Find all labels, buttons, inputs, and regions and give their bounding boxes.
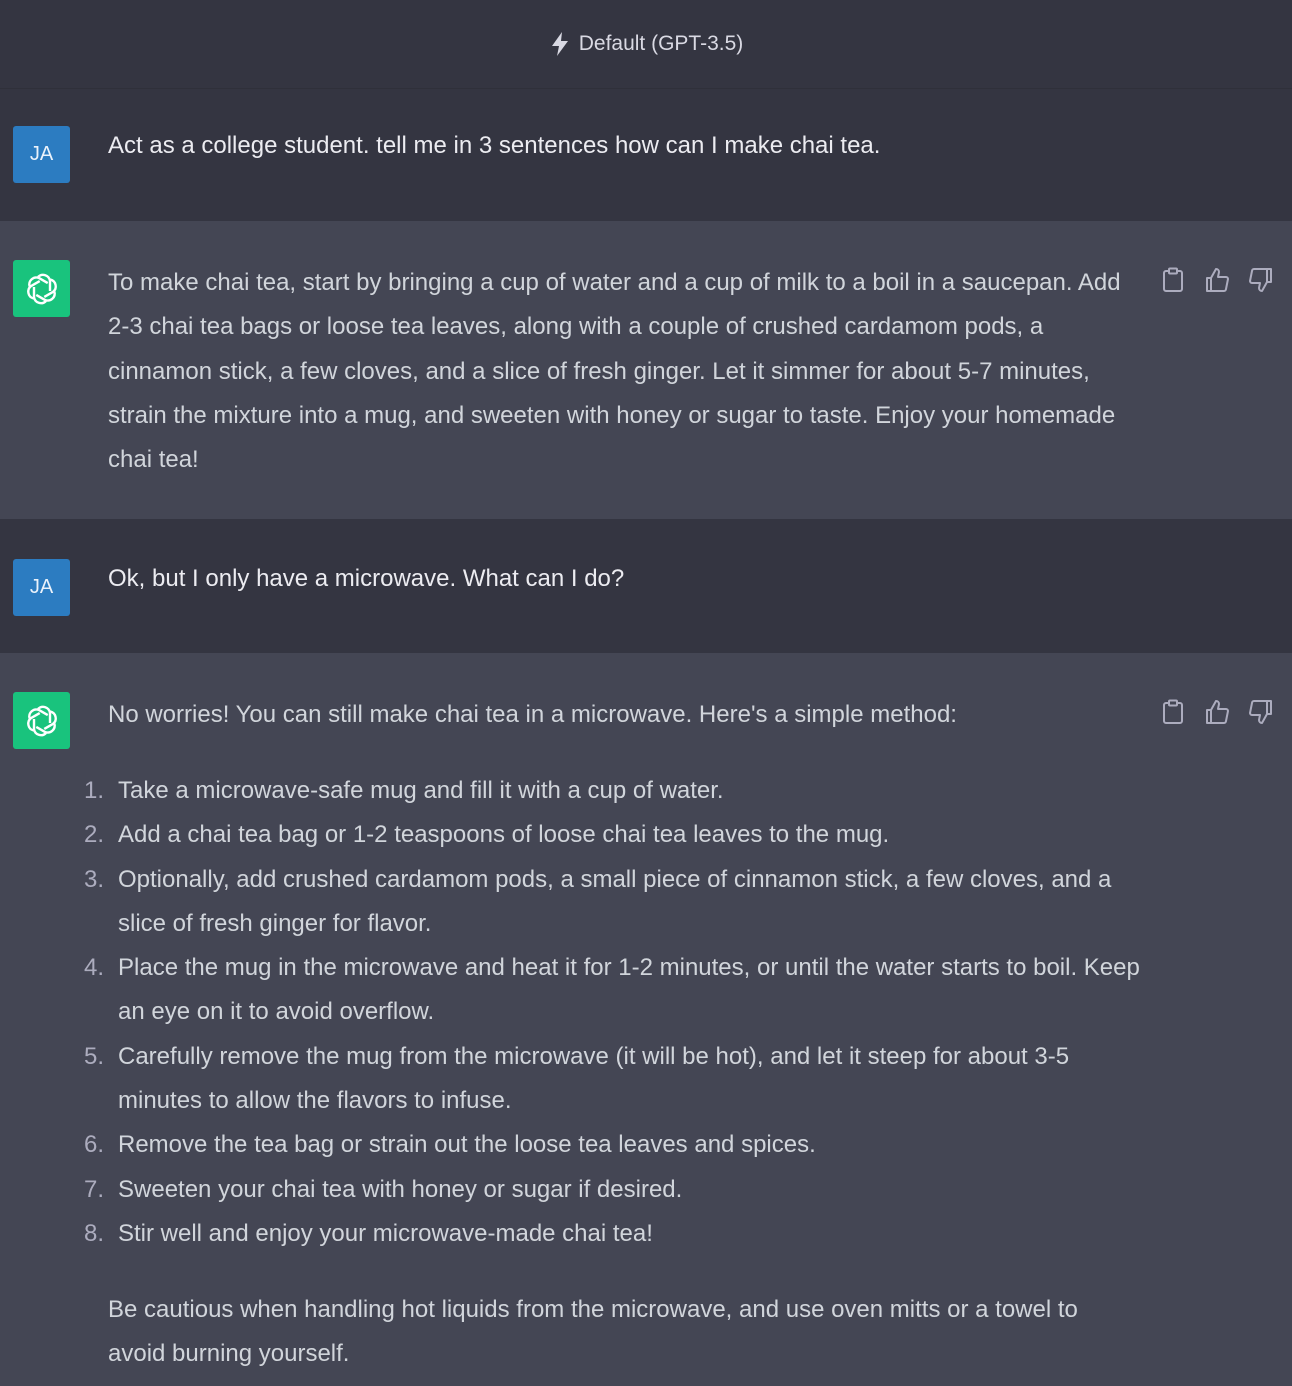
list-item: 5. Carefully remove the mug from the micr… bbox=[80, 1035, 1140, 1124]
step-text: Optionally, add crushed cardamom pods, a… bbox=[118, 865, 1112, 937]
list-item: 6. Remove the tea bag or strain out the l… bbox=[80, 1123, 1140, 1167]
message-actions bbox=[1160, 698, 1274, 726]
step-text: Remove the tea bag or strain out the loo… bbox=[118, 1131, 816, 1159]
step-text: Take a microwave-safe mug and fill it wi… bbox=[118, 777, 724, 804]
list-item: 8. Stir well and enjoy your microwave-mad… bbox=[80, 1212, 1140, 1256]
step-text: Place the mug in the microwave and heat … bbox=[118, 954, 1140, 1026]
model-label: Default (GPT-3.5) bbox=[578, 32, 744, 55]
step-number: 2. bbox=[84, 821, 105, 849]
step-number: 3. bbox=[84, 865, 105, 893]
thumbs-down-icon[interactable] bbox=[1248, 698, 1274, 726]
user-message-row: JA Ok, but I only have a microwave. What… bbox=[0, 519, 1292, 653]
list-item: 7. Sweeten your chai tea with honey or su… bbox=[80, 1168, 1140, 1212]
step-text: Stir well and enjoy your microwave-made … bbox=[118, 1219, 653, 1247]
list-item: 2. Add a chai tea bag or 1-2 teaspoons of… bbox=[80, 813, 1140, 857]
assistant-message-text: To make chai tea, start by bringing a cu… bbox=[108, 269, 1121, 474]
assistant-message-intro: No worries! You can still make chai tea … bbox=[108, 701, 957, 728]
step-number: 5. bbox=[84, 1042, 105, 1070]
thumbs-up-icon[interactable] bbox=[1204, 698, 1230, 726]
clipboard-icon[interactable] bbox=[1160, 698, 1186, 726]
list-item: 1. Take a microwave-safe mug and fill it … bbox=[80, 769, 1140, 813]
thumbs-down-icon[interactable] bbox=[1248, 266, 1274, 294]
assistant-message-row: No worries! You can still make chai tea … bbox=[0, 653, 1292, 1386]
user-avatar: JA bbox=[13, 559, 70, 616]
step-number: 1. bbox=[84, 777, 105, 804]
step-number: 8. bbox=[84, 1219, 105, 1247]
step-number: 4. bbox=[84, 954, 105, 982]
assistant-message-outro: Be cautious when handling hot liquids fr… bbox=[108, 1296, 1078, 1368]
user-avatar: JA bbox=[13, 126, 70, 183]
step-number: 7. bbox=[84, 1175, 105, 1203]
user-message-row: JA Act as a college student. tell me in … bbox=[0, 89, 1292, 221]
step-number: 6. bbox=[84, 1131, 105, 1159]
model-header[interactable]: Default (GPT-3.5) bbox=[0, 0, 1292, 89]
step-text: Carefully remove the mug from the microw… bbox=[118, 1042, 1070, 1115]
openai-logo-icon bbox=[13, 260, 70, 317]
openai-logo-icon bbox=[13, 692, 70, 749]
message-actions bbox=[1160, 266, 1274, 294]
lightning-icon bbox=[551, 32, 568, 56]
list-item: 3. Optionally, add crushed cardamom pods,… bbox=[80, 858, 1140, 947]
steps-list: 1. Take a microwave-safe mug and fill it … bbox=[80, 769, 1140, 1256]
thumbs-up-icon[interactable] bbox=[1204, 266, 1230, 294]
assistant-message-row: To make chai tea, start by bringing a cu… bbox=[0, 221, 1292, 519]
user-message-text: Act as a college student. tell me in 3 s… bbox=[108, 132, 881, 159]
step-text: Add a chai tea bag or 1-2 teaspoons of l… bbox=[118, 821, 890, 849]
list-item: 4. Place the mug in the microwave and hea… bbox=[80, 946, 1140, 1035]
step-text: Sweeten your chai tea with honey or suga… bbox=[118, 1175, 683, 1203]
user-message-text: Ok, but I only have a microwave. What ca… bbox=[108, 565, 625, 592]
clipboard-icon[interactable] bbox=[1160, 266, 1186, 294]
